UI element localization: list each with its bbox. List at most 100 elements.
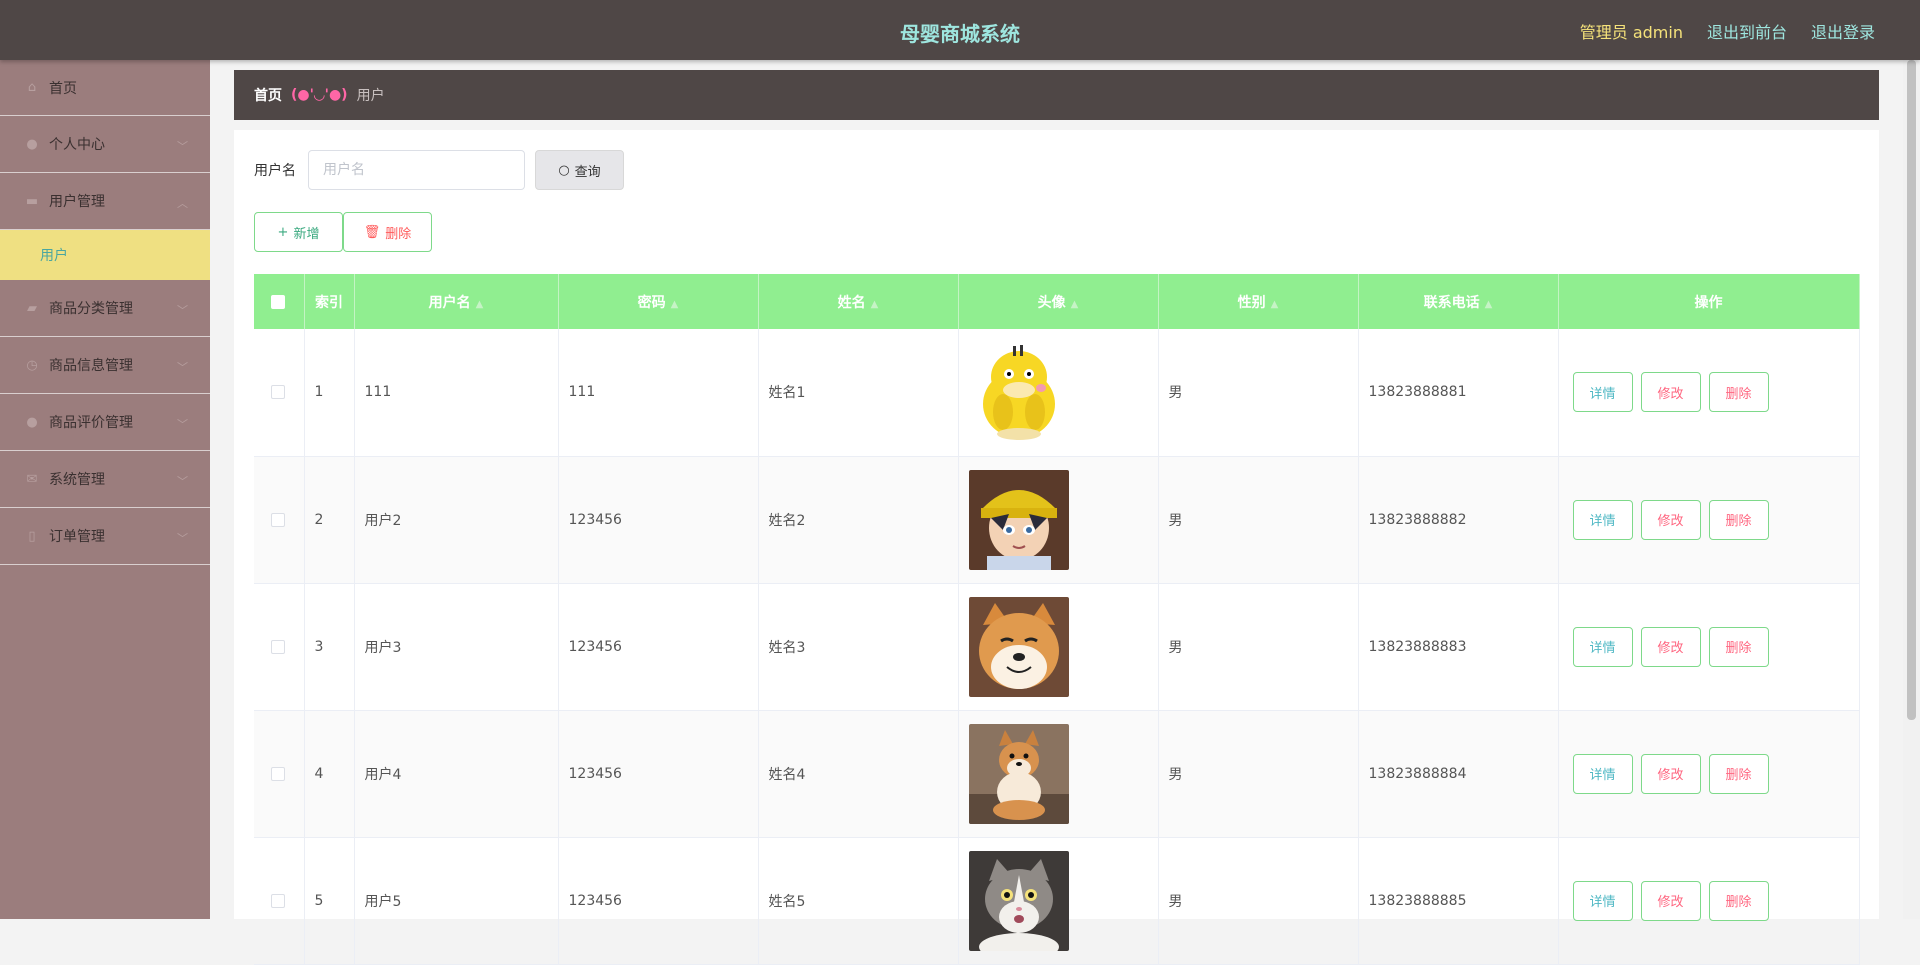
sidebar-item-review-management[interactable]: ● 商品评价管理 ﹀ (0, 394, 210, 451)
sidebar-item-label: 首页 (49, 80, 77, 97)
cell-index: 5 (304, 837, 355, 965)
row-checkbox[interactable] (271, 766, 286, 781)
add-button[interactable]: + 新增 (254, 212, 343, 252)
column-header-actions: 操作 (1558, 274, 1860, 329)
edit-button[interactable]: 修改 (1640, 499, 1701, 540)
column-header-password[interactable]: 密码 ▲ (558, 274, 759, 329)
column-header-name[interactable]: 姓名 ▲ (758, 274, 959, 329)
cell-phone: 13823888881 (1358, 329, 1559, 457)
logout-link[interactable]: 退出登录 (1811, 19, 1875, 43)
column-header-username[interactable]: 用户名 ▲ (354, 274, 559, 329)
row-actions: 详情 修改 删除 (1569, 626, 1858, 667)
sidebar-item-label: 商品分类管理 (49, 301, 133, 317)
sort-icon: ▲ (475, 298, 484, 310)
detail-button[interactable]: 详情 (1572, 880, 1633, 921)
sort-icon: ▲ (1270, 298, 1279, 310)
column-header-index: 索引 (304, 274, 355, 329)
chevron-down-icon: ﹀ (177, 304, 188, 317)
edit-button[interactable]: 修改 (1640, 372, 1701, 413)
cell-phone: 13823888884 (1358, 710, 1559, 838)
delete-button[interactable]: 删除 (1708, 753, 1769, 794)
sidebar-item-user-management[interactable]: ▬ 用户管理 ︿ (0, 173, 210, 230)
cell-username: 用户3 (354, 583, 559, 711)
detail-button[interactable]: 详情 (1572, 753, 1633, 794)
edit-button[interactable]: 修改 (1640, 753, 1701, 794)
table-row: 1 111 111 姓名1 男 13823888881 详情 修改 删除 (254, 329, 1860, 457)
sidebar-subitem-user[interactable]: 用户 (0, 230, 210, 280)
settings-icon: ✉ (26, 471, 38, 487)
detail-button[interactable]: 详情 (1572, 372, 1633, 413)
detail-button[interactable]: 详情 (1572, 626, 1633, 667)
order-icon: ▯ (28, 528, 36, 544)
cell-password: 111 (558, 329, 759, 457)
avatar-shiba-puppy (968, 723, 1069, 824)
search-bar: 用户名 ○ 查询 (254, 150, 624, 190)
delete-button-label: 删除 (385, 226, 412, 242)
cell-username: 用户4 (354, 710, 559, 838)
batch-delete-button[interactable]: 🗑 删除 (343, 212, 432, 252)
select-all-cell (254, 274, 305, 329)
sidebar-item-product-management[interactable]: ◷ 商品信息管理 ﹀ (0, 337, 210, 394)
cell-password: 123456 (558, 710, 759, 838)
chevron-down-icon: ﹀ (177, 418, 188, 431)
sidebar: ⌂ 首页 ● 个人中心 ﹀ ▬ 用户管理 ︿ 用户 ▰ 商品分类管理 ﹀ ◷ 商… (0, 60, 210, 919)
cell-username: 111 (354, 329, 559, 457)
cell-name: 姓名4 (758, 710, 959, 838)
select-all-checkbox[interactable] (271, 294, 286, 309)
delete-button[interactable]: 删除 (1708, 372, 1769, 413)
avatar-yellow-duck (968, 342, 1069, 443)
delete-button[interactable]: 删除 (1708, 880, 1769, 921)
column-header-phone[interactable]: 联系电话 ▲ (1358, 274, 1559, 329)
sidebar-item-label: 订单管理 (49, 529, 105, 545)
sidebar-item-home[interactable]: ⌂ 首页 (0, 60, 210, 116)
chevron-down-icon: ﹀ (177, 532, 188, 545)
page-scrollbar[interactable] (1903, 60, 1920, 919)
table-row: 2 用户2 123456 姓名2 男 13823888882 详情 修改 删除 (254, 456, 1860, 584)
sidebar-item-category-management[interactable]: ▰ 商品分类管理 ﹀ (0, 280, 210, 337)
cell-gender: 男 (1158, 583, 1359, 711)
sidebar-item-label: 商品评价管理 (49, 415, 133, 431)
sidebar-item-order-management[interactable]: ▯ 订单管理 ﹀ (0, 508, 210, 565)
sidebar-item-personal-center[interactable]: ● 个人中心 ﹀ (0, 116, 210, 173)
edit-button[interactable]: 修改 (1640, 880, 1701, 921)
trash-icon: 🗑 (363, 224, 381, 240)
row-checkbox[interactable] (271, 639, 286, 654)
table-row: 5 用户5 123456 姓名5 男 13823888885 详情 修改 删除 (254, 837, 1860, 965)
cell-name: 姓名3 (758, 583, 959, 711)
username-search-input[interactable] (308, 150, 525, 190)
user-icon: ● (26, 136, 38, 152)
search-button[interactable]: ○ 查询 (535, 150, 624, 190)
column-header-gender[interactable]: 性别 ▲ (1158, 274, 1359, 329)
row-actions: 详情 修改 删除 (1569, 499, 1858, 540)
sort-icon: ▲ (1070, 298, 1079, 310)
sidebar-item-system-management[interactable]: ✉ 系统管理 ﹀ (0, 451, 210, 508)
delete-button[interactable]: 删除 (1708, 626, 1769, 667)
cell-name: 姓名1 (758, 329, 959, 457)
row-checkbox[interactable] (271, 512, 286, 527)
cell-index: 3 (304, 583, 355, 711)
cell-username: 用户5 (354, 837, 559, 965)
sort-icon: ▲ (870, 298, 879, 310)
search-icon: ○ (558, 162, 570, 178)
cell-phone: 13823888885 (1358, 837, 1559, 965)
detail-button[interactable]: 详情 (1572, 499, 1633, 540)
row-checkbox[interactable] (271, 385, 286, 400)
row-checkbox[interactable] (271, 893, 286, 908)
sidebar-item-label: 用户管理 (49, 194, 105, 210)
column-header-avatar[interactable]: 头像 ▲ (958, 274, 1159, 329)
search-button-label: 查询 (574, 164, 601, 180)
exit-to-front-link[interactable]: 退出到前台 (1707, 19, 1787, 43)
table-row: 3 用户3 123456 姓名3 男 13823888883 详情 修改 删除 (254, 583, 1860, 711)
cell-index: 4 (304, 710, 355, 838)
cell-name: 姓名2 (758, 456, 959, 584)
row-actions: 详情 修改 删除 (1569, 372, 1858, 413)
admin-label: 管理员 admin (1579, 23, 1683, 42)
avatar-cat (968, 850, 1069, 951)
edit-button[interactable]: 修改 (1640, 626, 1701, 667)
scrollbar-thumb[interactable] (1907, 60, 1916, 720)
delete-button[interactable]: 删除 (1708, 499, 1769, 540)
row-actions: 详情 修改 删除 (1569, 880, 1858, 921)
sort-icon: ▲ (1484, 298, 1493, 310)
chevron-down-icon: ﹀ (177, 140, 188, 153)
breadcrumb-home[interactable]: 首页 (254, 85, 282, 105)
